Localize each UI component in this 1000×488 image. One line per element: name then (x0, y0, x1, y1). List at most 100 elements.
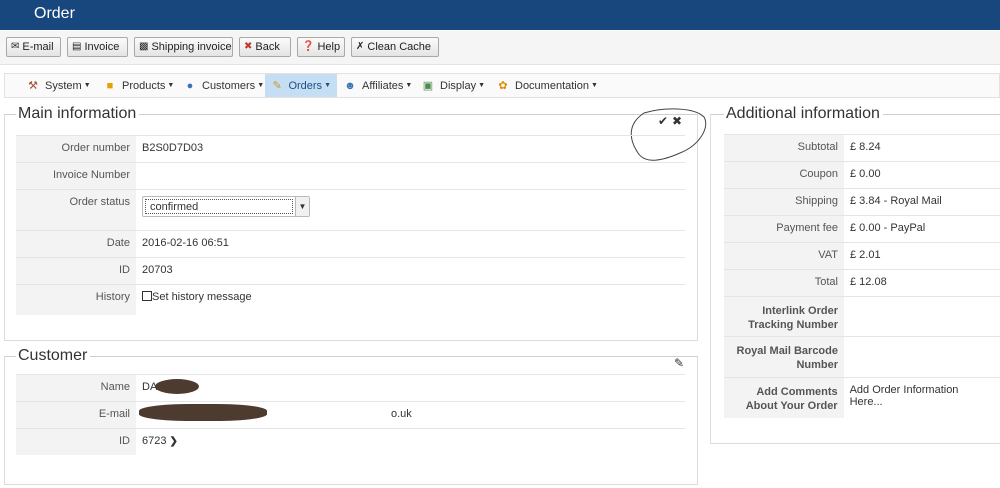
additional-information-title: Additional information (724, 105, 883, 123)
back-button[interactable]: ✖ Back (239, 37, 291, 57)
truck-icon: ▩ (139, 41, 149, 52)
order-number-row: Order number B2S0D7D03 (16, 135, 685, 162)
invoice-number-label: Invoice Number (16, 163, 136, 189)
order-comments-label: Add Comments About Your Order (724, 378, 844, 418)
order-number-label: Order number (16, 136, 136, 162)
shipping-invoice-button-label: Shipping invoice (151, 41, 232, 53)
payment-fee-row: Payment fee £ 0.00 - PayPal (724, 215, 1000, 242)
order-status-label: Order status (16, 190, 136, 230)
save-check-icon[interactable]: ✔ (658, 114, 668, 128)
help-icon: ❓ (302, 41, 315, 52)
caret-down-icon: ▼ (324, 82, 331, 89)
payment-fee-value: £ 0.00 - PayPal (844, 216, 932, 242)
order-comments-value[interactable]: Add Order Information Here... (843, 378, 1000, 418)
total-row: Total £ 12.08 (724, 269, 1000, 296)
order-id-value: 20703 (136, 258, 179, 284)
subtotal-label: Subtotal (724, 135, 844, 161)
email-button[interactable]: ✉ E-mail (6, 37, 61, 57)
menu-item-documentation[interactable]: ✿ Documentation ▼ (496, 74, 598, 97)
chevron-right-icon[interactable]: ❯ (170, 436, 178, 447)
affiliates-icon: ☻ (344, 79, 356, 92)
coupon-row: Coupon £ 0.00 (724, 161, 1000, 188)
date-label: Date (16, 231, 136, 257)
history-checkbox-label: Set history message (152, 291, 252, 303)
order-id-label: ID (16, 258, 136, 284)
back-button-label: Back (255, 41, 280, 53)
back-icon: ✖ (244, 41, 253, 52)
invoice-button[interactable]: ▤ Invoice (67, 37, 128, 57)
menu-item-label: System (45, 79, 82, 92)
caret-down-icon: ▼ (478, 82, 486, 89)
customer-id-row: ID 6723 ❯ (16, 428, 685, 455)
order-status-select[interactable]: confirmed ▼ (142, 196, 310, 217)
documentation-icon: ✿ (498, 80, 508, 92)
history-checkbox[interactable] (142, 291, 152, 301)
help-button-label: Help (317, 41, 341, 53)
menu-item-display[interactable]: ▣ Display ▼ (421, 74, 485, 97)
chevron-down-icon: ▼ (295, 197, 309, 216)
total-value: £ 12.08 (844, 270, 893, 296)
vat-label: VAT (724, 243, 844, 269)
order-id-row: ID 20703 (16, 257, 685, 284)
redaction-scribble (155, 379, 199, 394)
customers-icon: ● (186, 79, 194, 92)
order-status-selected: confirmed (150, 200, 199, 213)
invoice-number-row: Invoice Number (16, 162, 685, 189)
caret-down-icon: ▼ (257, 82, 265, 89)
menu-item-orders[interactable]: ✎ Orders ▼ (265, 74, 337, 97)
redaction-scribble (139, 404, 267, 421)
shipping-invoice-button[interactable]: ▩ Shipping invoice (134, 37, 233, 57)
customer-id-label: ID (16, 429, 136, 455)
main-menu: ⚒ System ▼ ■ Products ▼ ● Customers ▼ ✎ Ord… (4, 73, 1000, 98)
shipping-value: £ 3.84 - Royal Mail (844, 189, 948, 215)
help-button[interactable]: ❓ Help (297, 37, 345, 57)
coupon-value: £ 0.00 (844, 162, 887, 188)
main-information-title: Main information (16, 105, 140, 123)
total-label: Total (724, 270, 844, 296)
date-value: 2016-02-16 06:51 (136, 231, 235, 257)
menu-item-customers[interactable]: ● Customers ▼ (183, 74, 264, 97)
customer-name-row: Name DA (16, 374, 685, 401)
subtotal-value: £ 8.24 (844, 135, 887, 161)
vat-value: £ 2.01 (844, 243, 887, 269)
history-label: History (16, 285, 136, 315)
customer-name-label: Name (16, 375, 136, 401)
order-status-row: Order status confirmed ▼ (16, 189, 685, 230)
products-icon: ■ (106, 79, 114, 92)
interlink-tracking-label: Interlink Order Tracking Number (724, 297, 844, 336)
display-icon: ▣ (422, 80, 434, 92)
caret-down-icon: ▼ (591, 82, 598, 89)
menu-item-affiliates[interactable]: ☻ Affiliates ▼ (343, 74, 412, 97)
invoice-button-label: Invoice (84, 41, 120, 53)
clean-cache-button[interactable]: ✗ Clean Cache (351, 37, 439, 57)
interlink-tracking-value[interactable] (844, 297, 856, 336)
royal-mail-barcode-value[interactable] (844, 337, 856, 377)
edit-pencil-icon[interactable]: ✎ (674, 356, 684, 370)
history-row: History Set history message (16, 284, 685, 315)
email-button-label: E-mail (22, 41, 54, 53)
cancel-circle-icon[interactable]: ✖ (672, 114, 682, 128)
toolbar: ✉ E-mail ▤ Invoice ▩ Shipping invoice ✖ … (0, 31, 1000, 65)
menu-item-label: Display (440, 79, 477, 92)
royal-mail-barcode-row: Royal Mail Barcode Number (724, 336, 1000, 377)
customer-id-value: 6723 (142, 435, 167, 447)
invoice-number-value (136, 163, 148, 189)
menu-item-system[interactable]: ⚒ System ▼ (26, 74, 91, 97)
royal-mail-barcode-label: Royal Mail Barcode Number (724, 337, 844, 377)
order-number-value: B2S0D7D03 (136, 136, 210, 162)
menu-item-products[interactable]: ■ Products ▼ (103, 74, 175, 97)
caret-down-icon: ▼ (405, 82, 413, 89)
clean-icon: ✗ (356, 41, 365, 52)
menu-item-label: Customers (202, 79, 256, 92)
invoice-icon: ▤ (72, 41, 82, 52)
menu-item-label: Orders (288, 79, 323, 92)
customer-email-label: E-mail (16, 402, 136, 428)
vat-row: VAT £ 2.01 (724, 242, 1000, 269)
subtotal-row: Subtotal £ 8.24 (724, 134, 1000, 161)
caret-down-icon: ▼ (167, 82, 175, 89)
orders-icon: ✎ (272, 80, 282, 92)
envelope-icon: ✉ (11, 41, 20, 52)
date-row: Date 2016-02-16 06:51 (16, 230, 685, 257)
menu-item-label: Products (122, 79, 166, 92)
tools-icon: ⚒ (28, 80, 38, 92)
